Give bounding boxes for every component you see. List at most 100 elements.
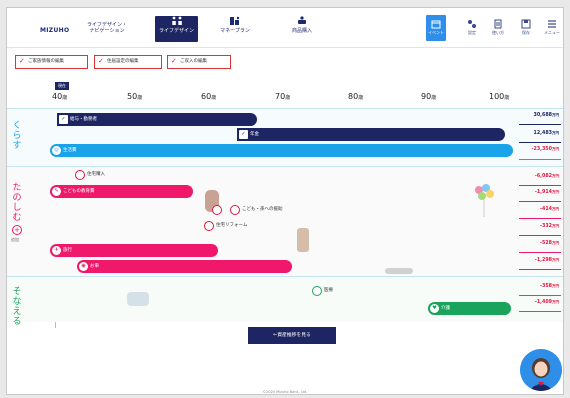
pin-label: こども・孫への援助 <box>242 207 283 212</box>
amount-underline <box>519 142 561 143</box>
copyright: ©2020 Mizuho Bank, Ltd. <box>262 390 308 394</box>
amount-underline <box>519 269 561 270</box>
section-label: そなえる <box>12 287 22 327</box>
care-icon: ♥ <box>430 304 439 313</box>
nav-label: 商品購入 <box>291 28 312 34</box>
nav-label: ナビゲーション <box>89 28 125 34</box>
bar-label: 給与・勤務者 <box>70 117 97 122</box>
section-label: たのしむ <box>12 183 22 223</box>
gift-icon <box>212 205 222 215</box>
nav-menu[interactable]: メニュー <box>543 15 561 41</box>
money-plan-icon <box>230 16 240 25</box>
expense-bar-education[interactable]: ✎ こどもの教育費 <box>50 185 193 198</box>
amount-reform: -332万円 <box>539 224 559 229</box>
age-tick: 100歳 <box>489 92 510 101</box>
edit-family-button[interactable]: ✓ ご家族情報の編集 <box>15 55 88 69</box>
event-housing-purchase[interactable]: 住宅購入 <box>75 170 105 180</box>
amount-care: -1,409万円 <box>534 300 559 305</box>
nav-product-purchase[interactable]: 商品購入 <box>285 16 319 42</box>
amount-underline <box>519 185 561 186</box>
amount-housing: -6,082万円 <box>534 174 559 179</box>
age-axis: 40歳 50歳 60歳 70歳 80歳 90歳 100歳 <box>7 92 563 106</box>
amount-living: -23,350万円 <box>531 147 559 152</box>
edit-housing-button[interactable]: ✓ 住居設定の編集 <box>94 55 162 69</box>
hamburger-menu-icon <box>548 20 556 28</box>
gift-icon <box>230 205 240 215</box>
nav-label: メニュー <box>544 30 560 35</box>
filter-label: ご収入の編集 <box>180 59 207 64</box>
bar-label: 年金 <box>250 132 259 137</box>
header: MIZUHO ライフデザイン・ ナビゲーション ライフデザイン マネープラン 商… <box>7 8 563 48</box>
age-tick: 60歳 <box>201 92 217 101</box>
nav-money-plan[interactable]: マネープラン <box>217 16 253 42</box>
person-illustration <box>297 228 309 252</box>
travel-icon: ✈ <box>52 246 61 255</box>
nav-label: ライフデザイン <box>158 28 194 34</box>
income-bar-salary[interactable]: ✓ 給与・勤務者 <box>57 113 257 126</box>
nav-how-to-use[interactable]: 使い方 <box>489 15 507 41</box>
amount-travel: -528万円 <box>539 241 559 246</box>
living-cost-icon: ◎ <box>52 146 61 155</box>
chevron-down-icon: ✓ <box>19 57 25 65</box>
nav-life-design[interactable]: ライフデザイン <box>155 16 198 42</box>
filter-label: ご家族情報の編集 <box>28 59 64 64</box>
mizuho-logo[interactable]: MIZUHO <box>40 27 69 34</box>
grid-people-icon <box>171 16 182 25</box>
nav-label: マネープラン <box>220 28 250 34</box>
expense-bar-car[interactable]: ◉ お車 <box>77 260 292 273</box>
age-tick: 70歳 <box>275 92 291 101</box>
bar-label: こどもの教育費 <box>63 189 95 194</box>
add-event-button[interactable]: + <box>12 225 22 235</box>
current-age-badge: 現在 <box>55 82 69 90</box>
settings-icon <box>468 20 476 28</box>
chevron-down-icon: ✓ <box>98 57 104 65</box>
pin-label: 住宅購入 <box>87 172 105 177</box>
amount-underline <box>519 159 561 160</box>
car-illustration <box>385 268 413 274</box>
age-tick: 50歳 <box>127 92 143 101</box>
document-icon <box>494 19 502 29</box>
event-dot[interactable] <box>212 205 224 215</box>
pin-label: 住宅リフォーム <box>216 223 248 228</box>
expense-bar-travel[interactable]: ✈ 旅行 <box>50 244 218 257</box>
nav-settings[interactable]: 設定 <box>463 15 481 41</box>
amount-child-gift: -414万円 <box>539 207 559 212</box>
add-label: 追加 <box>11 237 19 242</box>
bar-label: お車 <box>90 264 99 269</box>
nav-label: イベント <box>428 30 444 35</box>
amount-underline <box>519 201 561 202</box>
pension-icon: ✓ <box>239 130 248 139</box>
assistant-avatar[interactable] <box>520 349 562 391</box>
app-window: MIZUHO ライフデザイン・ ナビゲーション ライフデザイン マネープラン 商… <box>6 7 564 395</box>
age-tick: 80歳 <box>348 92 364 101</box>
chevron-down-icon: ✓ <box>171 57 177 65</box>
amount-pension: 12,483万円 <box>533 131 559 136</box>
view-asset-transition-button[interactable]: ←資産推移を見る <box>248 327 336 344</box>
edit-income-button[interactable]: ✓ ご収入の編集 <box>167 55 231 69</box>
nav-save[interactable]: 保存 <box>517 15 535 41</box>
amount-underline <box>519 235 561 236</box>
expense-bar-care[interactable]: ♥ 介護 <box>428 302 511 315</box>
age-tick: 90歳 <box>421 92 437 101</box>
save-icon <box>521 19 531 29</box>
nav-label: 保存 <box>522 30 530 35</box>
event-medical[interactable]: 医療 <box>312 286 333 296</box>
event-house-reform[interactable]: 住宅リフォーム <box>204 221 247 231</box>
nav-life-design-navigation[interactable]: ライフデザイン・ ナビゲーション <box>87 16 127 42</box>
calendar-icon <box>431 20 441 29</box>
amount-car: -1,298万円 <box>534 258 559 263</box>
nav-event[interactable]: イベント <box>426 15 446 41</box>
cart-icon <box>298 16 306 24</box>
income-bar-pension[interactable]: ✓ 年金 <box>237 128 505 141</box>
house-icon <box>75 170 85 180</box>
event-child-gift[interactable]: こども・孫への援助 <box>230 205 283 215</box>
expense-bar-living[interactable]: ◎ 生活費 <box>50 144 513 157</box>
amount-salary: 30,688万円 <box>533 113 559 118</box>
salary-icon: ✓ <box>59 115 68 124</box>
section-label: くらす <box>12 121 22 151</box>
amount-medical: -358万円 <box>539 284 559 289</box>
bar-label: 旅行 <box>63 248 72 253</box>
amount-underline <box>519 218 561 219</box>
filter-label: 住居設定の編集 <box>107 59 139 64</box>
nav-label: 使い方 <box>492 30 504 35</box>
